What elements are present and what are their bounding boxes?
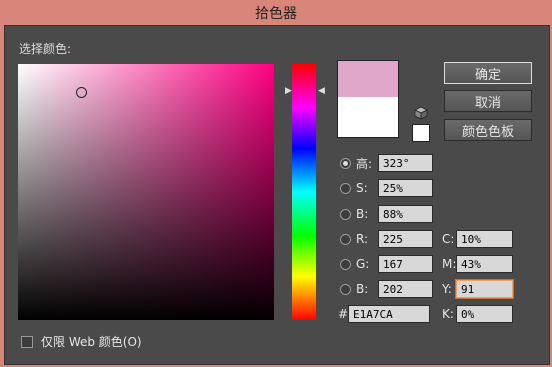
brightness-field[interactable]: 88% <box>378 205 433 223</box>
brightness-label: B: <box>356 207 369 221</box>
websafe-color-swatch[interactable] <box>412 124 430 142</box>
saturation-field[interactable]: 25% <box>378 179 433 197</box>
hue-label: 高: <box>356 156 373 171</box>
red-row: R: 225 <box>340 230 433 248</box>
blue-row: B: 202 <box>340 280 433 298</box>
cyan-field[interactable]: 10% <box>456 230 513 248</box>
hue-field[interactable]: 323° <box>378 154 433 172</box>
magenta-field[interactable]: 43% <box>456 255 513 273</box>
saturation-radio[interactable] <box>340 182 351 194</box>
black-field[interactable]: 0% <box>456 305 513 323</box>
magenta-row: M: 43% <box>442 255 513 273</box>
color-swatches-button[interactable]: 颜色色板 <box>444 119 532 141</box>
select-color-label: 选择颜色: <box>19 42 72 56</box>
cancel-button[interactable]: 取消 <box>444 90 532 112</box>
black-label: K: <box>442 307 454 321</box>
color-picker-marker[interactable] <box>76 87 87 98</box>
current-color-swatch[interactable] <box>337 97 399 138</box>
hue-slider[interactable] <box>292 64 316 320</box>
websafe-only-option[interactable]: 仅限 Web 颜色(O) <box>21 333 142 350</box>
saturation-row: S: 25% <box>340 179 433 197</box>
red-radio[interactable] <box>340 233 351 245</box>
hue-slider-right-arrow-icon[interactable]: ▶ <box>285 86 292 96</box>
green-field[interactable]: 167 <box>378 255 433 273</box>
saturation-label: S: <box>356 181 368 195</box>
window-title-bar[interactable]: 拾色器 <box>0 0 552 25</box>
window-title: 拾色器 <box>255 5 297 22</box>
brightness-radio[interactable] <box>340 208 351 220</box>
saturation-brightness-field[interactable] <box>18 64 274 320</box>
green-radio[interactable] <box>340 258 351 270</box>
red-label: R: <box>356 232 369 246</box>
hex-field[interactable]: E1A7CA <box>348 305 430 323</box>
green-row: G: 167 <box>340 255 433 273</box>
hue-slider-left-arrow-icon[interactable]: ◀ <box>318 86 325 96</box>
color-picker-dialog: 选择颜色: ▶ ◀ 确定 取消 颜色色板 高: 323° S: 25% B: 8… <box>4 25 550 365</box>
blue-field[interactable]: 202 <box>378 280 433 298</box>
cyan-row: C: 10% <box>442 230 513 248</box>
new-color-swatch <box>337 60 399 97</box>
ok-button[interactable]: 确定 <box>444 62 532 84</box>
red-field[interactable]: 225 <box>378 230 433 248</box>
yellow-field[interactable]: 91 <box>456 280 513 298</box>
websafe-only-label: 仅限 Web 颜色(O) <box>41 335 142 349</box>
yellow-label: Y: <box>442 282 452 296</box>
green-label: G: <box>356 257 370 271</box>
websafe-only-checkbox[interactable] <box>21 335 33 348</box>
hue-row: 高: 323° <box>340 154 433 172</box>
magenta-label: M: <box>442 257 457 271</box>
cyan-label: C: <box>442 232 455 246</box>
hex-row: # E1A7CA <box>338 305 430 323</box>
blue-radio[interactable] <box>340 283 351 295</box>
brightness-row: B: 88% <box>340 205 433 223</box>
blue-label: B: <box>356 282 369 296</box>
hex-label: # <box>338 307 349 321</box>
cube-icon[interactable] <box>414 106 428 120</box>
hue-radio[interactable] <box>340 157 351 169</box>
yellow-row: Y: 91 <box>442 280 513 298</box>
black-row: K: 0% <box>442 305 513 323</box>
